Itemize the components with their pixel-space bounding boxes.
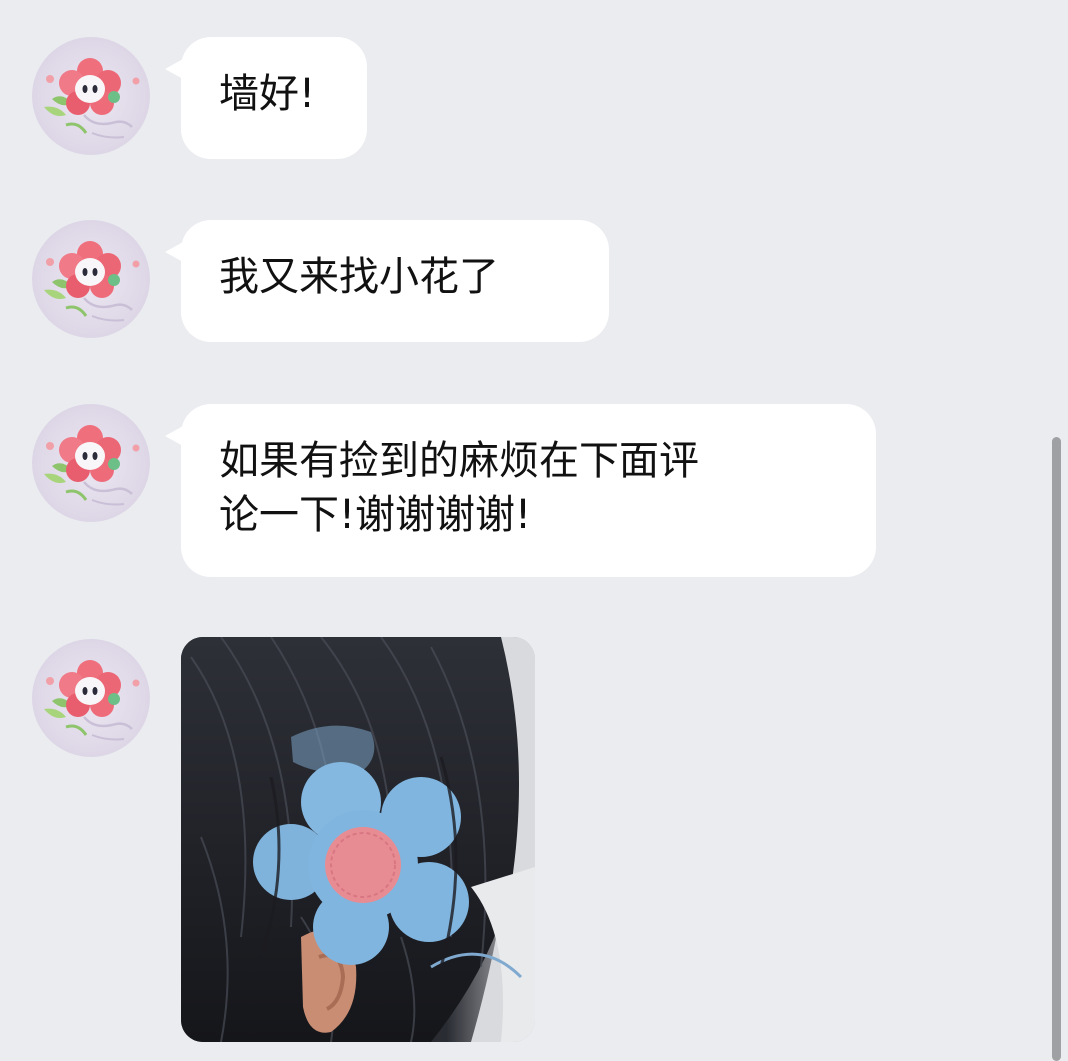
flower-avatar-icon — [44, 241, 140, 322]
photo-blue-flower-hair-clip — [181, 637, 535, 1042]
message-bubble[interactable]: 我又来找小花了 — [165, 220, 609, 342]
scrollbar[interactable] — [1052, 437, 1061, 1061]
message-text: 如果有捡到的麻烦在下面评 论一下!谢谢谢谢! — [219, 438, 699, 538]
flower-avatar[interactable] — [32, 37, 150, 155]
message-bubble[interactable]: 如果有捡到的麻烦在下面评 论一下!谢谢谢谢! — [165, 404, 876, 577]
chat-message-list[interactable]: 墙好! 我又来找小花了 如果有捡到的麻烦在下面评 论一下!谢谢谢谢! — [0, 0, 1068, 1061]
flower-avatar-icon — [44, 660, 140, 741]
bubble-tail — [165, 59, 183, 79]
message-image[interactable] — [181, 637, 535, 1042]
flower-avatar[interactable] — [32, 639, 150, 757]
bubble-tail — [165, 242, 183, 262]
bubble-tail — [165, 426, 183, 446]
message-text: 墙好! — [219, 71, 316, 117]
flower-avatar[interactable] — [32, 404, 150, 522]
message-bubble[interactable]: 墙好! — [165, 37, 367, 159]
message-text: 我又来找小花了 — [219, 254, 499, 300]
flower-avatar-icon — [44, 58, 140, 139]
flower-avatar-icon — [44, 425, 140, 506]
flower-avatar[interactable] — [32, 220, 150, 338]
